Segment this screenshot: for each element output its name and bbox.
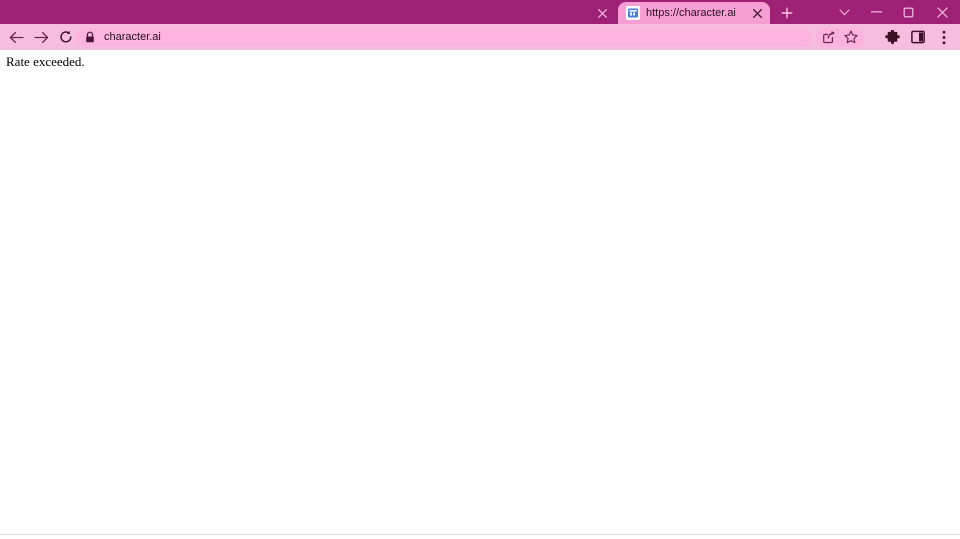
window-controls [828, 0, 960, 24]
browser-tab-inactive[interactable] [2, 2, 616, 24]
side-panel-icon [911, 30, 925, 44]
browser-menu-button[interactable] [932, 25, 956, 49]
chevron-down-icon [838, 8, 850, 15]
three-dots-icon [942, 30, 946, 44]
arrow-left-icon [9, 31, 24, 43]
minimize-icon [870, 11, 882, 13]
extensions-button[interactable] [880, 25, 904, 49]
page-actions-group [816, 27, 864, 47]
bookmark-button[interactable] [840, 28, 862, 47]
toolbar-actions [816, 25, 956, 49]
maximize-button[interactable] [892, 0, 924, 24]
address-bar-text: character.ai [104, 31, 161, 43]
page-error-message: Rate exceeded. [6, 54, 85, 69]
tab-close-button[interactable] [749, 5, 765, 21]
forward-button[interactable] [29, 25, 53, 49]
browser-window: https://character.ai character.ai Rate e… [0, 0, 960, 539]
minimize-button[interactable] [860, 0, 892, 24]
side-panel-button[interactable] [906, 25, 930, 49]
page-viewport: Rate exceeded. [0, 50, 960, 534]
new-tab-button[interactable] [777, 3, 797, 23]
reload-button[interactable] [54, 25, 78, 49]
star-icon [844, 30, 858, 44]
browser-toolbar: character.ai [0, 24, 960, 50]
tab-close-button[interactable] [594, 5, 610, 21]
maximize-icon [903, 7, 913, 17]
reload-icon [60, 30, 72, 43]
tab-strip: https://character.ai [0, 0, 960, 24]
close-icon [936, 6, 948, 18]
back-button[interactable] [4, 25, 28, 49]
browser-tab-active[interactable]: https://character.ai [618, 2, 770, 24]
navigation-buttons [4, 25, 79, 49]
character-ai-favicon [626, 6, 640, 20]
lock-icon[interactable] [84, 31, 96, 44]
plus-icon [781, 7, 793, 19]
tab-title: https://character.ai [646, 7, 736, 19]
share-button[interactable] [818, 28, 840, 47]
tab-search-button[interactable] [828, 0, 860, 24]
status-bar [0, 535, 960, 539]
share-icon [823, 30, 835, 44]
address-bar[interactable]: character.ai [76, 28, 812, 47]
arrow-right-icon [33, 31, 48, 43]
puzzle-icon [884, 29, 900, 44]
close-window-button[interactable] [924, 0, 960, 24]
